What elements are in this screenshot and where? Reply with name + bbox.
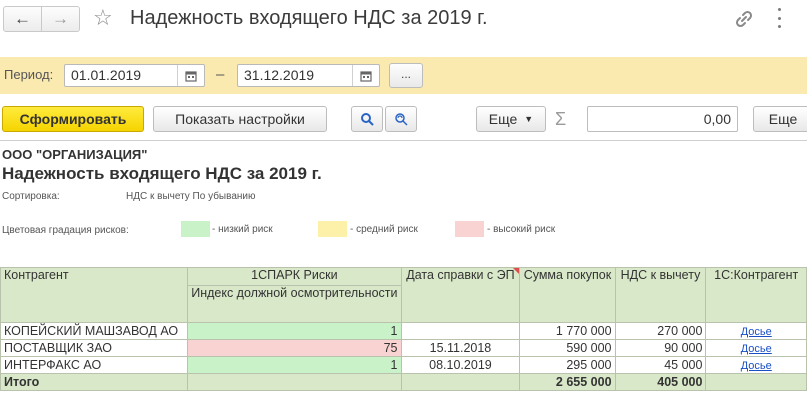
- cell-risk-index: 1: [187, 322, 402, 340]
- generate-button[interactable]: Сформировать: [2, 106, 144, 132]
- calendar-icon: [360, 70, 372, 82]
- dossier-link[interactable]: Досье: [741, 343, 772, 355]
- legend-swatch-low: [181, 221, 210, 237]
- show-settings-button[interactable]: Показать настройки: [153, 106, 327, 132]
- more-button[interactable]: Еще ▼: [476, 106, 546, 132]
- col-header-purchases: Сумма покупок: [519, 267, 616, 323]
- period-select-button[interactable]: ...: [389, 63, 423, 88]
- cell-risk-index: 75: [187, 339, 402, 357]
- period-dash: –: [216, 66, 225, 83]
- cell-vat: 90 000: [614, 339, 707, 357]
- total-empty-cell: [187, 373, 402, 391]
- chevron-down-icon: ▼: [524, 114, 534, 124]
- cell-cert-date: 15.11.2018: [400, 339, 521, 357]
- legend-text-low: - низкий риск: [212, 224, 273, 235]
- legend-swatch-medium: [318, 221, 347, 237]
- cell-vat: 45 000: [614, 356, 707, 374]
- dossier-link[interactable]: Досье: [741, 326, 772, 338]
- star-icon[interactable]: ☆: [93, 5, 113, 31]
- report-area: ООО "ОРГАНИЗАЦИЯ" Надежность входящего Н…: [0, 140, 807, 401]
- title-bar: ← → ☆ Надежность входящего НДС за 2019 г…: [0, 0, 807, 38]
- legend-swatch-high: [455, 221, 484, 237]
- calendar-icon: [185, 70, 197, 82]
- period-to-field[interactable]: 31.12.2019: [237, 64, 380, 87]
- table-row: ИНТЕРФАКС АО 1 08.10.2019 295 000 45 000…: [0, 356, 807, 374]
- legend-text-medium: - средний риск: [350, 224, 418, 235]
- sort-value: НДС к вычету По убыванию: [126, 191, 256, 202]
- organization-name: ООО "ОРГАНИЗАЦИЯ": [2, 147, 148, 162]
- period-label: Период:: [4, 67, 54, 82]
- total-empty-cell: [400, 373, 521, 391]
- back-button[interactable]: ←: [4, 7, 41, 31]
- arrow-left-icon: ←: [14, 9, 31, 28]
- more-button-2[interactable]: Еще: [753, 106, 807, 132]
- window-title: Надежность входящего НДС за 2019 г.: [130, 7, 488, 29]
- search-refresh-icon: [395, 113, 408, 126]
- cell-counterparty: ИНТЕРФАКС АО: [0, 356, 189, 374]
- sum-field[interactable]: 0,00: [587, 106, 738, 132]
- more-button-label: Еще: [488, 111, 518, 127]
- nav-group: ← →: [3, 6, 80, 32]
- period-bar: Период: 01.01.2019 – 31.12.2019 ...: [0, 57, 807, 94]
- toolbar: Сформировать Показать настройки Еще ▼ Σ …: [0, 100, 807, 140]
- legend-label: Цветовая градация рисков:: [2, 225, 129, 236]
- col-header-spark: 1СПАРК Риски: [187, 267, 402, 286]
- total-row: Итого 2 655 000 405 000: [0, 373, 807, 391]
- col-header-counterparty: Контрагент: [0, 267, 189, 323]
- sort-label: Сортировка:: [2, 191, 60, 202]
- table-row: КОПЕЙСКИЙ МАШЗАВОД АО 1 1 770 000 270 00…: [0, 322, 807, 340]
- col-header-spark-index: Индекс должной осмотрительности: [187, 285, 402, 323]
- link-icon[interactable]: [734, 9, 754, 29]
- period-to-value: 31.12.2019: [244, 67, 315, 83]
- more-vertical-icon[interactable]: [776, 8, 782, 28]
- total-label: Итого: [0, 373, 189, 391]
- col-header-kontragent: 1С:Контрагент: [705, 267, 807, 323]
- cell-purchases: 590 000: [519, 339, 616, 357]
- legend-text-high: - высокий риск: [487, 224, 556, 235]
- report-title: Надежность входящего НДС за 2019 г.: [2, 164, 322, 183]
- period-from-value: 01.01.2019: [71, 67, 142, 83]
- sigma-icon: Σ: [555, 109, 567, 129]
- col-header-cert-date: Дата справки с ЭП: [400, 267, 521, 323]
- search-button[interactable]: [351, 106, 383, 132]
- table-header-row: Контрагент 1СПАРК Риски Дата справки с Э…: [0, 267, 807, 323]
- cell-counterparty: ПОСТАВЩИК ЗАО: [0, 339, 189, 357]
- calendar-from-button[interactable]: [177, 65, 204, 86]
- calendar-to-button[interactable]: [352, 65, 379, 86]
- search-refresh-button[interactable]: [385, 106, 417, 132]
- cell-cert-date: [400, 322, 521, 340]
- report-table: Контрагент 1СПАРК Риски Дата справки с Э…: [0, 267, 807, 391]
- forward-button[interactable]: →: [41, 7, 79, 31]
- arrow-right-icon: →: [52, 9, 69, 28]
- total-vat: 405 000: [614, 373, 707, 391]
- cell-counterparty: КОПЕЙСКИЙ МАШЗАВОД АО: [0, 322, 189, 340]
- col-header-vat: НДС к вычету: [614, 267, 707, 323]
- cell-purchases: 1 770 000: [519, 322, 616, 340]
- total-empty-cell: [705, 373, 807, 391]
- table-row: ПОСТАВЩИК ЗАО 75 15.11.2018 590 000 90 0…: [0, 339, 807, 357]
- cell-vat: 270 000: [614, 322, 707, 340]
- cell-cert-date: 08.10.2019: [400, 356, 521, 374]
- cell-purchases: 295 000: [519, 356, 616, 374]
- cell-risk-index: 1: [187, 356, 402, 374]
- period-from-field[interactable]: 01.01.2019: [64, 64, 205, 87]
- total-purchases: 2 655 000: [519, 373, 616, 391]
- search-icon: [361, 113, 374, 126]
- dossier-link[interactable]: Досье: [741, 360, 772, 372]
